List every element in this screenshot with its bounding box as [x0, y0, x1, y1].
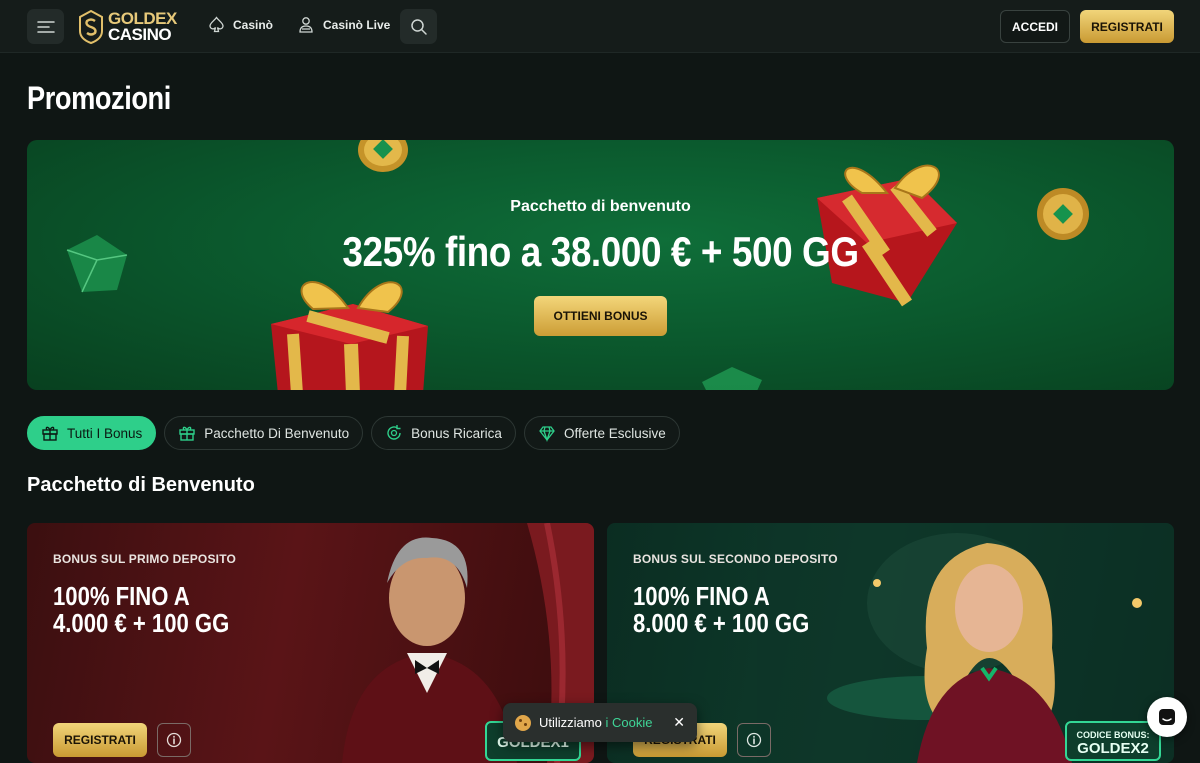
filter-exclusive-offers-label: Offerte Esclusive [563, 425, 666, 441]
cookie-close-button[interactable]: ✕ [673, 714, 685, 731]
gem-icon [702, 367, 762, 390]
card-info-button[interactable] [737, 723, 771, 757]
menu-button[interactable] [27, 9, 64, 44]
bonus-code: GOLDEX2 [1077, 740, 1149, 757]
spade-icon [209, 16, 224, 33]
register-button[interactable]: REGISTRATI [1080, 10, 1174, 43]
coin-icon [358, 140, 408, 172]
bonus-code-box[interactable]: CODICE BONUS: GOLDEX2 [1065, 721, 1161, 761]
hero-banner: Pacchetto di benvenuto 325% fino a 38.00… [27, 140, 1174, 390]
card-title-line1: 100% FINO A [53, 581, 190, 611]
filter-reload-bonus-label: Bonus Ricarica [411, 425, 502, 441]
goldex-logo[interactable]: GOLDEX CASINO [78, 9, 177, 45]
logo-mark-icon [79, 10, 103, 44]
filter-welcome-package-label: Pacchetto Di Benvenuto [204, 425, 350, 441]
chat-button[interactable] [1147, 697, 1187, 737]
chat-icon [1159, 709, 1175, 725]
card-title-line2: 8.000 € + 100 GG [633, 608, 810, 638]
nav-casino[interactable]: Casinò [208, 16, 273, 33]
filter-welcome-package[interactable]: Pacchetto Di Benvenuto [164, 416, 364, 450]
nav-casino-live-label: Casinò Live [323, 18, 391, 32]
card-kicker: BONUS SUL PRIMO DEPOSITO [53, 552, 237, 566]
gift-icon [42, 426, 58, 441]
bonus-filter-bar: Tutti I Bonus Pacchetto Di Benvenuto Bon… [27, 416, 680, 450]
top-bar: GOLDEX CASINO Casinò Casinò Live ACCEDI … [0, 0, 1200, 53]
cookie-text: Utilizziamo [539, 715, 602, 730]
hamburger-icon [36, 20, 55, 33]
cookie-icon [515, 714, 531, 731]
card-title: 100% FINO A 8.000 € + 100 GG [633, 583, 809, 637]
card-title-line2: 4.000 € + 100 GG [53, 608, 230, 638]
reload-icon [387, 425, 401, 440]
filter-exclusive-offers[interactable]: Offerte Esclusive [523, 416, 680, 450]
gift-box-icon [179, 426, 195, 441]
hero-title: 325% fino a 38.000 € + 500 GG [342, 228, 859, 275]
card-kicker: BONUS SUL SECONDO DEPOSITO [633, 552, 838, 566]
nav-casino-live[interactable]: Casinò Live [297, 16, 390, 34]
cookie-banner: Utilizziamo i Cookie ✕ [503, 703, 697, 742]
logo-text-line2: CASINO [108, 25, 172, 44]
filter-all-bonuses-label: Tutti I Bonus [67, 425, 143, 441]
cookie-link[interactable]: i Cookie [605, 715, 652, 730]
search-icon [410, 18, 427, 35]
card-info-button[interactable] [157, 723, 191, 757]
info-icon [166, 732, 182, 748]
filter-all-bonuses[interactable]: Tutti I Bonus [27, 416, 157, 450]
nav-casino-label: Casinò [233, 17, 274, 32]
filter-reload-bonus[interactable]: Bonus Ricarica [371, 416, 516, 450]
info-icon [746, 732, 762, 748]
get-bonus-button[interactable]: OTTIENI BONUS [534, 296, 667, 336]
page-title: Promozioni [27, 80, 171, 116]
dealer-icon [299, 17, 313, 33]
gift-box-icon [271, 281, 428, 390]
diamond-icon [539, 426, 555, 442]
card-title: 100% FINO A 4.000 € + 100 GG [53, 583, 229, 637]
card-register-button[interactable]: REGISTRATI [53, 723, 147, 757]
card-title-line1: 100% FINO A [633, 581, 770, 611]
login-button[interactable]: ACCEDI [1000, 10, 1070, 43]
hero-subtitle: Pacchetto di benvenuto [510, 198, 691, 215]
search-button[interactable] [400, 9, 437, 44]
section-title: Pacchetto di Benvenuto [27, 474, 255, 496]
